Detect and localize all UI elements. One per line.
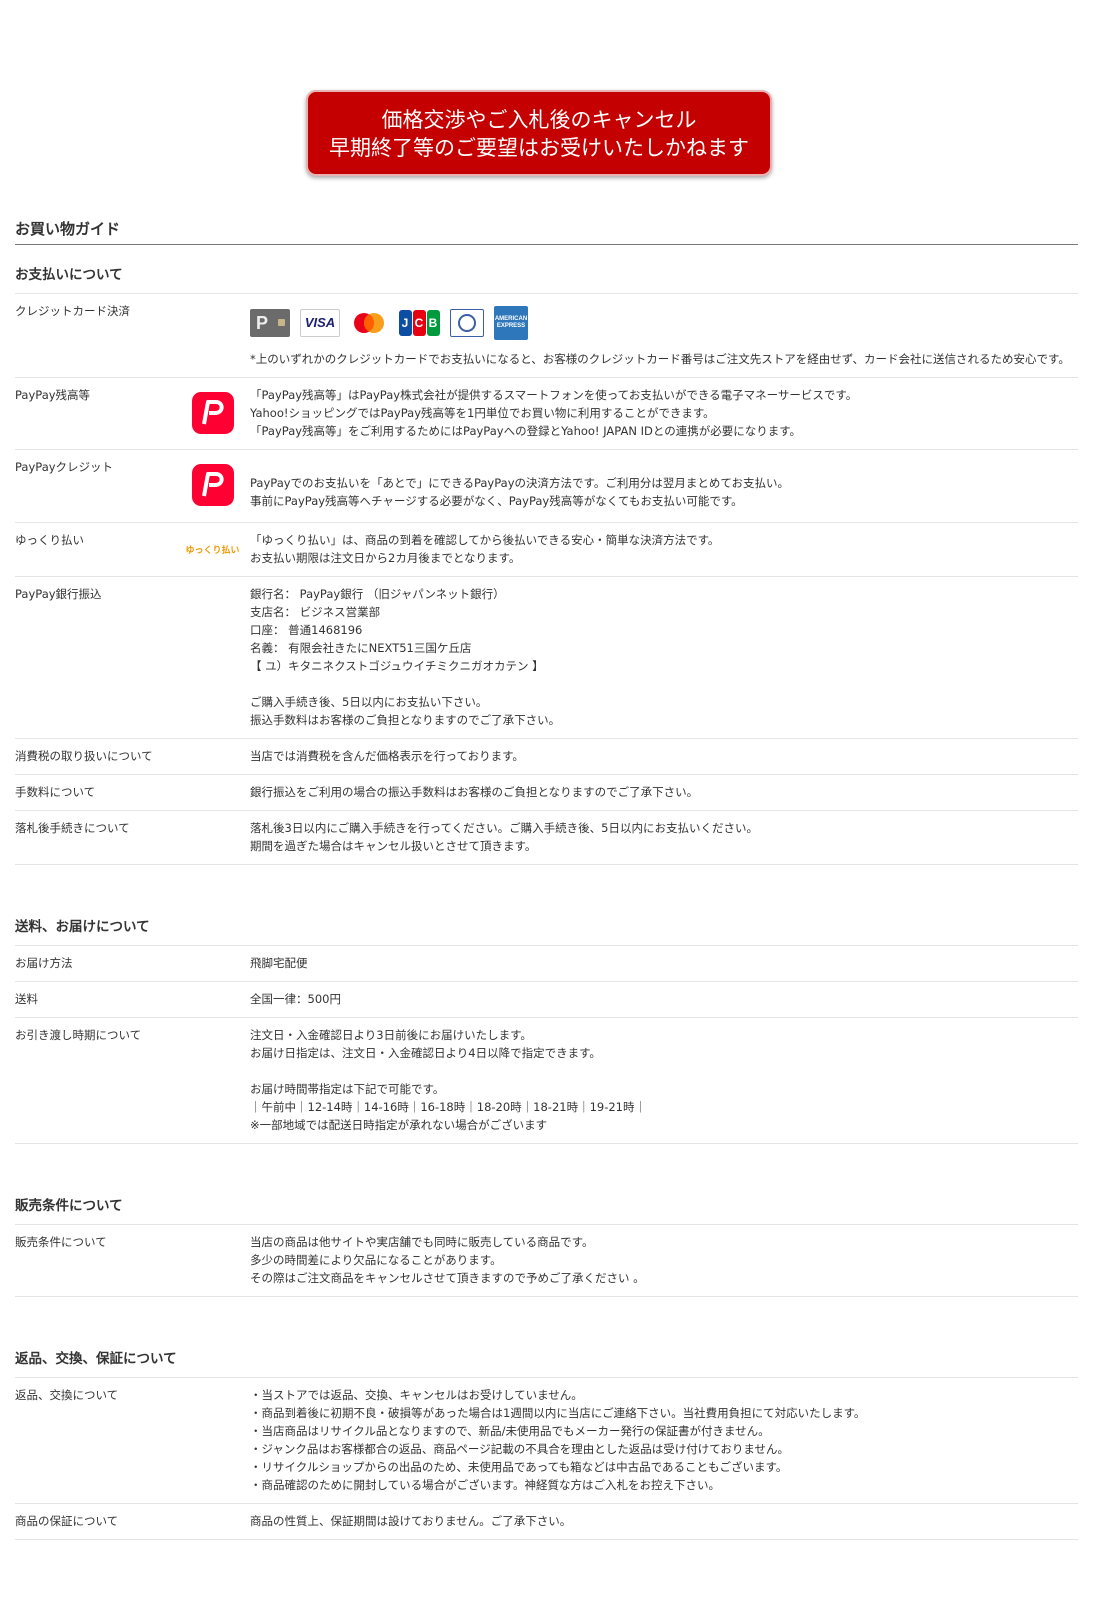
text-line: ・リサイクルショップからの出品のため、未使用品であっても箱などは中古品であること…: [250, 1460, 788, 1474]
paypay-balance-label: PayPay残高等: [15, 388, 91, 402]
guide-title: お買い物ガイド: [15, 218, 1078, 245]
text-line: 「ゆっくり払い」は、商品の到着を確認してから後払いできる安心・簡単な決済方法です…: [250, 533, 720, 547]
sales-conditions-label: 販売条件について: [15, 1235, 107, 1249]
text-line: お届け時間帯指定は下記で可能です。: [250, 1082, 445, 1096]
paypay-logo-icon: [191, 392, 234, 434]
banner-line-2: 早期終了等のご要望はお受けいたしかねます: [329, 136, 749, 160]
tax-label: 消費税の取り扱いについて: [15, 749, 153, 763]
text-line: 多少の時間差により欠品になることがあります。: [250, 1253, 502, 1267]
yukkuri-label: ゆっくり払い: [15, 533, 84, 547]
visa-icon: VISA: [300, 309, 340, 337]
paypay-card-icon: P: [250, 309, 290, 337]
fee-label: 手数料について: [15, 785, 96, 799]
paypay-credit-text: PayPayでのお支払いを「あとで」にできるPayPayの決済方法です。ご利用分…: [250, 458, 1078, 510]
shipping-section-title: 送料、お届けについて: [15, 897, 1078, 946]
yukkuri-row: ゆっくり払い ゆっくり払い 「ゆっくり払い」は、商品の到着を確認してから後払いで…: [15, 523, 1078, 577]
text-line: ・商品到着後に初期不良・破損等があった場合は1週間以内に当店にご連絡下さい。当社…: [250, 1406, 866, 1420]
banner-line-1: 価格交渉やご入札後のキャンセル: [381, 108, 697, 132]
yukkuri-text: 「ゆっくり払い」は、商品の到着を確認してから後払いできる安心・簡単な決済方法です…: [250, 531, 1078, 567]
text-line: 落札後3日以内にご購入手続きを行ってください。ご購入手続き後、5日以内にお支払い…: [250, 821, 758, 835]
sales-conditions-row: 販売条件について 当店の商品は他サイトや実店舗でも同時に販売している商品です。 …: [15, 1225, 1078, 1297]
warranty-row: 商品の保証について 商品の性質上、保証期間は設けておりません。ご了承下さい。: [15, 1504, 1078, 1540]
text-line: 銀行名： PayPay銀行 （旧ジャパンネット銀行）: [250, 587, 505, 601]
delivery-timing-row: お引き渡し時期について 注文日・入金確認日より3日前後にお届けいたします。 お届…: [15, 1018, 1078, 1144]
bank-transfer-row: PayPay銀行振込 銀行名： PayPay銀行 （旧ジャパンネット銀行） 支店…: [15, 577, 1078, 739]
text-line: ・商品確認のために開封している場合がございます。神経質な方はご入札をお控え下さい…: [250, 1478, 720, 1492]
text-line: 商品の性質上、保証期間は設けておりません。ご了承下さい。: [250, 1514, 572, 1528]
text-line: 飛脚宅配便: [250, 956, 308, 970]
text-line: お支払い期限は注文日から2カ月後までとなります。: [250, 551, 521, 565]
paypay-balance-text: 「PayPay残高等」はPayPay株式会社が提供するスマートフォンを使ってお支…: [250, 386, 1078, 440]
mastercard-icon: [350, 309, 388, 337]
text-line: 当店では消費税を含んだ価格表示を行っております。: [250, 749, 524, 763]
text-line: ｜午前中｜12-14時｜14-16時｜16-18時｜18-20時｜18-21時｜…: [250, 1100, 646, 1114]
card-logos: P VISA JCB AMERICAN EXPRESS: [250, 306, 1078, 340]
paypay-logo-icon: [191, 464, 234, 506]
text-line: 振込手数料はお客様のご負担となりますのでご了承下さい。: [250, 713, 561, 727]
text-line: ※一部地域では配送日時指定が承れない場合がございます: [250, 1118, 548, 1132]
shopping-guide: お買い物ガイド お支払いについて クレジットカード決済 P VISA JCB A…: [15, 218, 1078, 1540]
amex-icon: AMERICAN EXPRESS: [494, 306, 528, 340]
text-line: [250, 1062, 1078, 1080]
returns-section-title: 返品、交換、保証について: [15, 1329, 1078, 1378]
text-line: 事前にPayPay残高等へチャージする必要がなく、PayPay残高等がなくてもお…: [250, 494, 743, 508]
diners-club-icon: [450, 309, 484, 337]
paypay-credit-label: PayPayクレジット: [15, 460, 114, 474]
text-line: 全国一律：500円: [250, 992, 341, 1006]
jcb-icon: JCB: [398, 309, 440, 337]
text-line: Yahoo!ショッピングではPayPay残高等を1円単位でお買い物に利用すること…: [250, 406, 715, 420]
text-line: 期間を過ぎた場合はキャンセル扱いとさせて頂きます。: [250, 839, 537, 853]
text-line: 「PayPay残高等」はPayPay株式会社が提供するスマートフォンを使ってお支…: [250, 388, 858, 402]
text-line: 注文日・入金確認日より3日前後にお届けいたします。: [250, 1028, 532, 1042]
after-bid-row: 落札後手続きについて 落札後3日以内にご購入手続きを行ってください。ご購入手続き…: [15, 811, 1078, 865]
text-line: PayPayでのお支払いを「あとで」にできるPayPayの決済方法です。ご利用分…: [250, 476, 790, 490]
text-line: 「PayPay残高等」をご利用するためにはPayPayへの登録とYahoo! J…: [250, 424, 802, 438]
text-line: 【 ユ）キタニネクストゴジュウイチミクニガオカテン 】: [250, 659, 544, 673]
text-line: その際はご注文商品をキャンセルさせて頂きますので予めご了承ください 。: [250, 1271, 645, 1285]
text-line: ・当店商品はリサイクル品となりますので、新品/未使用品でもメーカー発行の保証書が…: [250, 1424, 770, 1438]
fee-row: 手数料について 銀行振込をご利用の場合の振込手数料はお客様のご負担となりますので…: [15, 775, 1078, 811]
text-line: ・当ストアでは返品、交換、キャンセルはお受けしていません。: [250, 1388, 583, 1402]
text-line: 銀行振込をご利用の場合の振込手数料はお客様のご負担となりますのでご了承下さい。: [250, 785, 699, 799]
delivery-method-row: お届け方法 飛脚宅配便: [15, 946, 1078, 982]
text-line: ご購入手続き後、5日以内にお支払い下さい。: [250, 695, 488, 709]
yukkuri-logo: ゆっくり払い: [185, 546, 240, 556]
sales-section-title: 販売条件について: [15, 1176, 1078, 1225]
bank-transfer-text: 銀行名： PayPay銀行 （旧ジャパンネット銀行） 支店名： ビジネス営業部 …: [250, 585, 1078, 729]
text-line: 名義： 有限会社きたにNEXT51三国ケ丘店: [250, 641, 472, 655]
tax-row: 消費税の取り扱いについて 当店では消費税を含んだ価格表示を行っております。: [15, 739, 1078, 775]
text-line: 口座： 普通1468196: [250, 623, 363, 637]
text-line: 支店名： ビジネス営業部: [250, 605, 381, 619]
after-bid-label: 落札後手続きについて: [15, 821, 130, 835]
returns-label: 返品、交換について: [15, 1388, 119, 1402]
shipping-cost-label: 送料: [15, 992, 38, 1006]
delivery-method-label: お届け方法: [15, 956, 73, 970]
notice-banner: 価格交渉やご入札後のキャンセル 早期終了等のご要望はお受けいたしかねます: [306, 90, 772, 176]
returns-row: 返品、交換について ・当ストアでは返品、交換、キャンセルはお受けしていません。 …: [15, 1378, 1078, 1504]
warranty-label: 商品の保証について: [15, 1514, 119, 1528]
paypay-balance-row: PayPay残高等 「PayPay残高等」はPayPay株式会社が提供するスマー…: [15, 378, 1078, 450]
text-line: お届け日指定は、注文日・入金確認日より4日以降で指定できます。: [250, 1046, 601, 1060]
credit-card-label: クレジットカード決済: [15, 304, 130, 318]
text-line: 当店の商品は他サイトや実店舗でも同時に販売している商品です。: [250, 1235, 594, 1249]
credit-card-row: クレジットカード決済 P VISA JCB AMERICAN EXPRESS *…: [15, 294, 1078, 378]
text-line: ・ジャンク品はお客様都合の返品、商品ページ記載の不具合を理由とした返品は受け付け…: [250, 1442, 789, 1456]
bank-transfer-label: PayPay銀行振込: [15, 587, 102, 601]
paypay-credit-row: PayPayクレジット PayPayでのお支払いを「あとで」にできるPayPay…: [15, 450, 1078, 523]
shipping-cost-row: 送料 全国一律：500円: [15, 982, 1078, 1018]
delivery-timing-label: お引き渡し時期について: [15, 1028, 142, 1042]
text-line: [250, 675, 1078, 693]
credit-card-note: *上のいずれかのクレジットカードでお支払いになると、お客様のクレジットカード番号…: [250, 352, 1070, 366]
payment-section-title: お支払いについて: [15, 245, 1078, 294]
